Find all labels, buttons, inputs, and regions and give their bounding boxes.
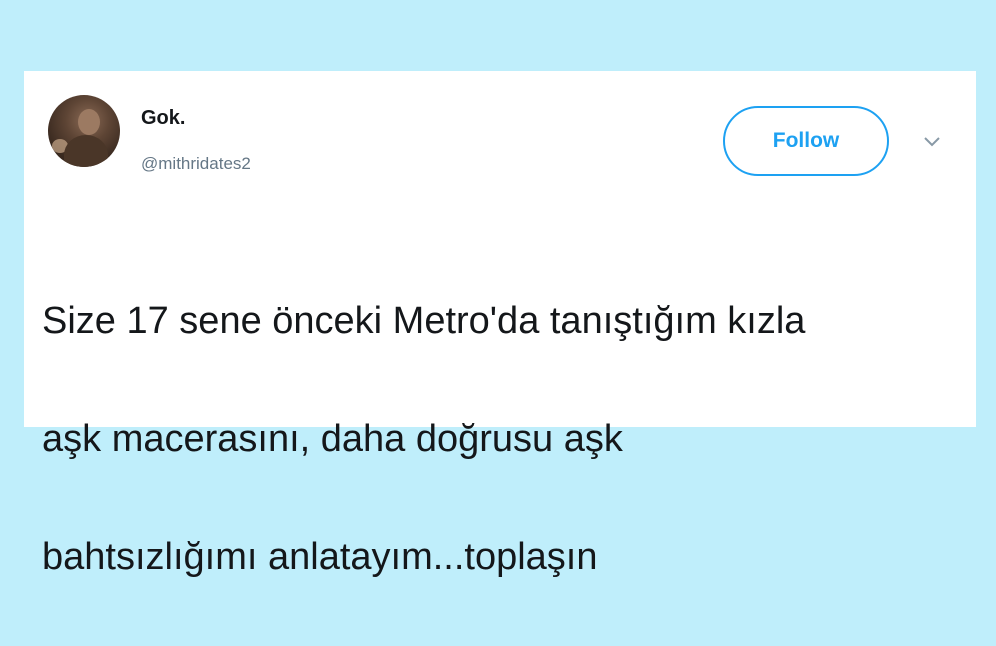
tweet-text-line: Size 17 sene önceki Metro'da tanıştığım …: [42, 300, 806, 342]
user-avatar[interactable]: [48, 95, 120, 167]
user-display-name[interactable]: Gok.: [141, 107, 185, 130]
follow-button[interactable]: Follow: [723, 106, 889, 176]
tweet-card: Gok. @mithridates2 Follow Size 17 sene ö…: [24, 71, 976, 578]
user-handle[interactable]: @mithridates2: [141, 154, 251, 174]
chevron-down-icon[interactable]: [922, 134, 942, 148]
tweet-text-line: bahtsızlığımı anlatayım...toplaşın: [42, 536, 598, 578]
avatar-photo-body: [64, 135, 108, 167]
avatar-photo-face: [78, 109, 100, 135]
tweet-text: Size 17 sene önceki Metro'da tanıştığım …: [42, 233, 962, 646]
tweet-text-line: aşk macerasını, daha doğrusu aşk: [42, 418, 623, 460]
